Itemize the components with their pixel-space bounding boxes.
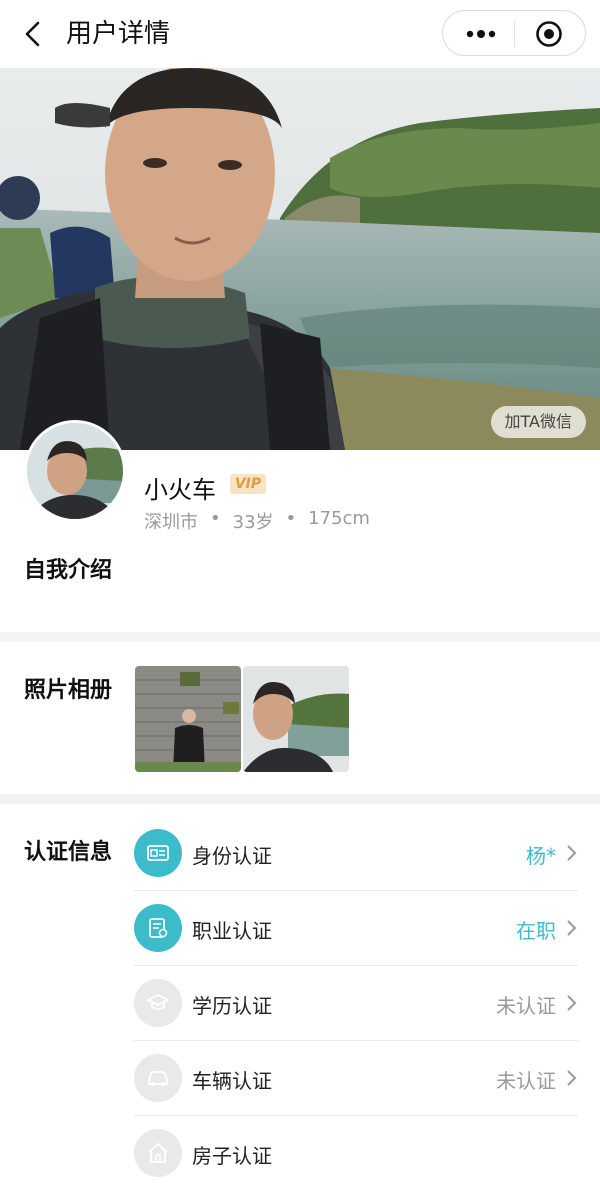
verify-status: 未认证 — [496, 994, 556, 1018]
verify-label: 身份认证 — [192, 844, 272, 868]
capsule-divider — [514, 21, 515, 47]
verify-status: 未认证 — [496, 1069, 556, 1093]
album-photo[interactable] — [243, 666, 349, 772]
user-city: 深圳市 — [144, 512, 198, 533]
graduation-cap-icon — [134, 979, 182, 1027]
profile-card: 小火车 VIP 深圳市 • 33岁 • 175cm 自我介绍 — [0, 420, 600, 632]
verify-section-title: 认证信息 — [24, 840, 113, 865]
verify-label: 房子认证 — [192, 1144, 272, 1168]
album-photo[interactable] — [135, 666, 241, 772]
meta-separator: • — [210, 508, 221, 529]
navigation-bar: 用户详情 — [0, 0, 600, 68]
page-title: 用户详情 — [66, 19, 171, 49]
verification-section: 认证信息 身份认证 杨* 职业认证 在职 学历认证 未认证 车辆认证 未认证 房… — [0, 804, 600, 1196]
avatar[interactable] — [24, 420, 126, 522]
id-card-icon — [134, 829, 182, 877]
verify-label: 学历认证 — [192, 994, 272, 1018]
chevron-right-icon — [567, 995, 577, 1011]
target-circle-icon[interactable] — [535, 20, 563, 48]
cover-photo-image — [0, 68, 600, 450]
cover-photo: 加TA微信 — [0, 68, 600, 450]
meta-separator: • — [285, 508, 297, 529]
verify-row-identity[interactable]: 身份认证 杨* — [134, 816, 578, 891]
car-icon — [134, 1054, 182, 1102]
more-dots-icon[interactable] — [461, 22, 501, 46]
album-section-title: 照片相册 — [24, 678, 113, 703]
verify-label: 职业认证 — [192, 919, 272, 943]
back-arrow-icon[interactable] — [18, 18, 50, 50]
intro-section-title: 自我介绍 — [24, 558, 113, 583]
verify-status: 杨* — [526, 844, 556, 868]
verify-row-vehicle[interactable]: 车辆认证 未认证 — [134, 1041, 578, 1116]
work-badge-icon — [134, 904, 182, 952]
verify-row-house[interactable]: 房子认证 — [134, 1116, 578, 1191]
photo-album-section: 照片相册 — [0, 642, 600, 794]
user-height: 175cm — [308, 508, 370, 529]
user-name: 小火车 — [144, 476, 216, 504]
chevron-right-icon — [567, 845, 577, 861]
chevron-right-icon — [567, 920, 577, 936]
mini-program-capsule — [442, 10, 586, 56]
verify-status: 在职 — [516, 919, 556, 943]
verify-row-occupation[interactable]: 职业认证 在职 — [134, 891, 578, 966]
verify-row-education[interactable]: 学历认证 未认证 — [134, 966, 578, 1041]
user-meta: 深圳市 • 33岁 • 175cm — [144, 508, 370, 534]
chevron-right-icon — [567, 1070, 577, 1086]
user-age: 33岁 — [232, 512, 274, 533]
add-wechat-button[interactable]: 加TA微信 — [490, 406, 586, 438]
vip-badge: VIP — [230, 474, 266, 494]
house-icon — [134, 1129, 182, 1177]
verify-label: 车辆认证 — [192, 1069, 272, 1093]
